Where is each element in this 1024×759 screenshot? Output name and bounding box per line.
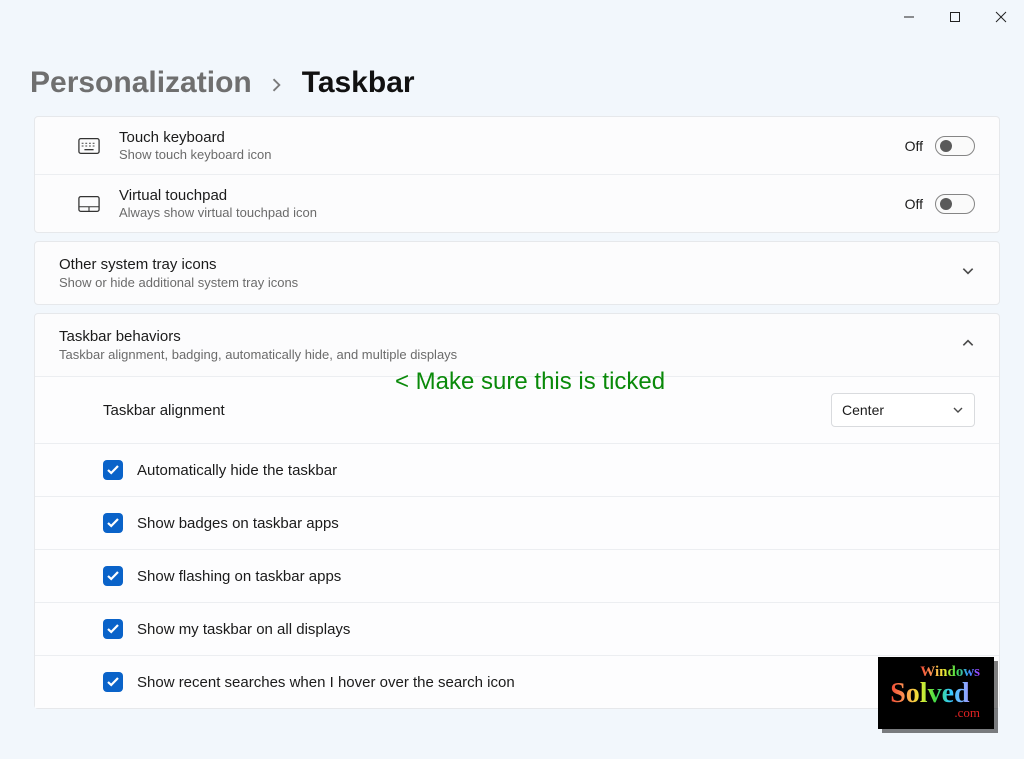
virtual-touchpad-icon [59, 195, 119, 213]
close-button[interactable] [978, 0, 1024, 34]
taskbar-all-displays-checkbox[interactable] [103, 619, 123, 639]
other-system-tray-title: Other system tray icons [59, 256, 961, 273]
close-icon [995, 11, 1007, 23]
touch-keyboard-row[interactable]: Touch keyboard Show touch keyboard icon … [35, 117, 999, 174]
taskbar-corner-icons-card: Touch keyboard Show touch keyboard icon … [34, 116, 1000, 233]
minimize-icon [903, 11, 915, 23]
chevron-down-icon [952, 404, 964, 416]
taskbar-behaviors-title: Taskbar behaviors [59, 328, 961, 345]
virtual-touchpad-text: Virtual touchpad Always show virtual tou… [119, 187, 905, 220]
taskbar-alignment-select[interactable]: Center [831, 393, 975, 427]
show-badges-checkbox[interactable] [103, 513, 123, 533]
touch-keyboard-icon [59, 137, 119, 155]
taskbar-alignment-value: Center [842, 402, 884, 418]
watermark: Windows Solved .com [878, 657, 994, 729]
taskbar-alignment-row: Taskbar alignment Center [35, 376, 999, 443]
taskbar-behaviors-card: Taskbar behaviors Taskbar alignment, bad… [34, 313, 1000, 709]
other-system-tray-subtitle: Show or hide additional system tray icon… [59, 275, 961, 290]
settings-content: Touch keyboard Show touch keyboard icon … [34, 116, 1000, 717]
show-flashing-checkbox[interactable] [103, 566, 123, 586]
touch-keyboard-text: Touch keyboard Show touch keyboard icon [119, 129, 905, 162]
taskbar-alignment-label: Taskbar alignment [103, 402, 831, 419]
breadcrumb-parent[interactable]: Personalization [30, 66, 252, 100]
show-flashing-label: Show flashing on taskbar apps [137, 568, 975, 585]
recent-searches-hover-label: Show recent searches when I hover over t… [137, 674, 975, 691]
minimize-button[interactable] [886, 0, 932, 34]
virtual-touchpad-toggle-wrap: Off [905, 194, 975, 214]
taskbar-behaviors-header[interactable]: Taskbar behaviors Taskbar alignment, bad… [35, 314, 999, 376]
chevron-right-icon [270, 78, 284, 97]
taskbar-all-displays-label: Show my taskbar on all displays [137, 621, 975, 638]
chevron-down-icon [961, 264, 975, 283]
watermark-line2: Solved [890, 680, 980, 708]
recent-searches-hover-row[interactable]: Show recent searches when I hover over t… [35, 655, 999, 708]
touch-keyboard-title: Touch keyboard [119, 129, 905, 146]
touch-keyboard-toggle-label: Off [905, 138, 923, 154]
virtual-touchpad-title: Virtual touchpad [119, 187, 905, 204]
taskbar-all-displays-row[interactable]: Show my taskbar on all displays [35, 602, 999, 655]
window-controls [886, 0, 1024, 34]
touch-keyboard-subtitle: Show touch keyboard icon [119, 147, 905, 162]
virtual-touchpad-subtitle: Always show virtual touchpad icon [119, 205, 905, 220]
auto-hide-taskbar-checkbox[interactable] [103, 460, 123, 480]
recent-searches-hover-checkbox[interactable] [103, 672, 123, 692]
maximize-icon [949, 11, 961, 23]
touch-keyboard-toggle-wrap: Off [905, 136, 975, 156]
virtual-touchpad-toggle[interactable] [935, 194, 975, 214]
touch-keyboard-toggle[interactable] [935, 136, 975, 156]
other-system-tray-header[interactable]: Other system tray icons Show or hide add… [35, 242, 999, 304]
show-badges-label: Show badges on taskbar apps [137, 515, 975, 532]
breadcrumb-current: Taskbar [302, 66, 415, 100]
virtual-touchpad-row[interactable]: Virtual touchpad Always show virtual tou… [35, 174, 999, 232]
maximize-button[interactable] [932, 0, 978, 34]
virtual-touchpad-toggle-label: Off [905, 196, 923, 212]
taskbar-behaviors-subtitle: Taskbar alignment, badging, automaticall… [59, 347, 961, 362]
show-badges-row[interactable]: Show badges on taskbar apps [35, 496, 999, 549]
chevron-up-icon [961, 336, 975, 355]
show-flashing-row[interactable]: Show flashing on taskbar apps [35, 549, 999, 602]
auto-hide-taskbar-label: Automatically hide the taskbar [137, 462, 975, 479]
breadcrumb: Personalization Taskbar [30, 66, 415, 100]
other-system-tray-card: Other system tray icons Show or hide add… [34, 241, 1000, 305]
auto-hide-taskbar-row[interactable]: Automatically hide the taskbar [35, 443, 999, 496]
taskbar-behaviors-body: Taskbar alignment Center Automatically h… [35, 376, 999, 708]
